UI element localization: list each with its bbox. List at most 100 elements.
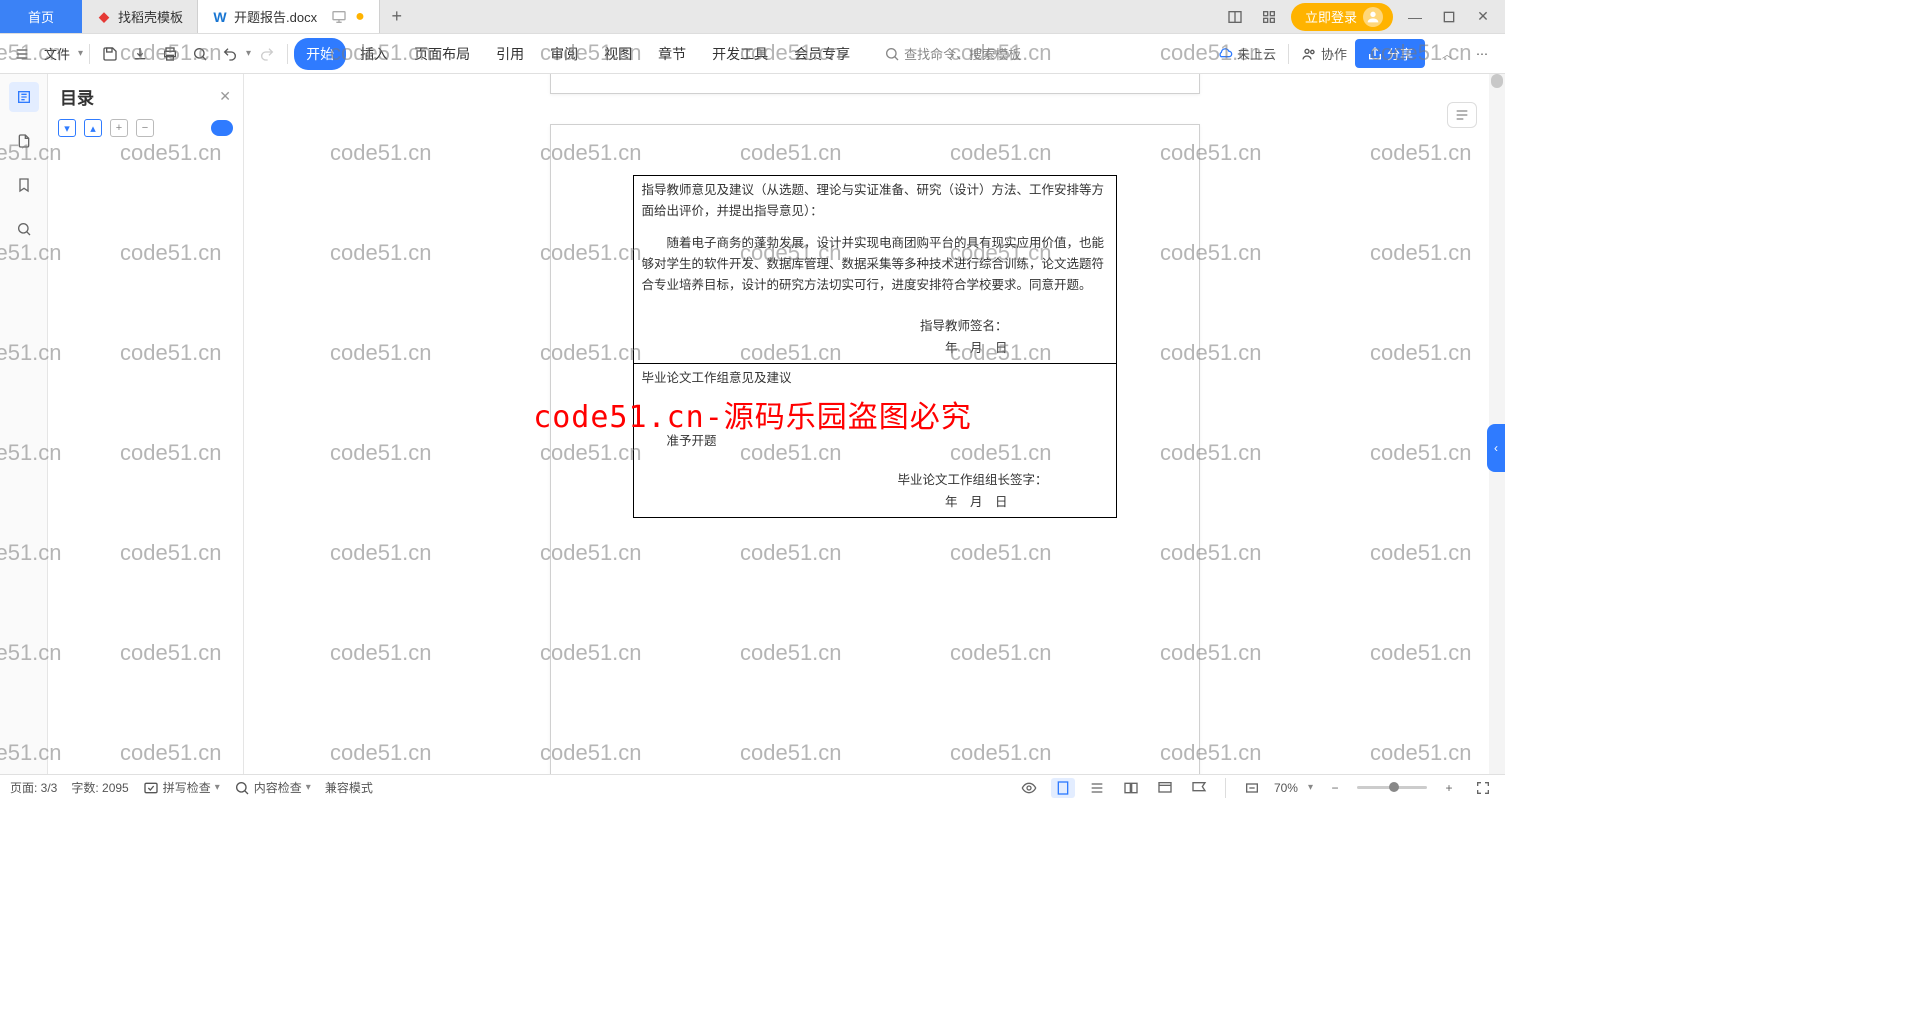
outline-title: 目录 [60,84,219,109]
side-drawer-toggle[interactable]: ‹ [1487,424,1505,472]
zoom-slider[interactable] [1357,786,1427,789]
group-sign-label: 毕业论文工作组组长签字： [642,470,1108,491]
chevron-down-icon: ▾ [246,48,251,59]
word-count[interactable]: 字数: 2095 [71,779,128,796]
search-icon [234,780,250,796]
people-icon [1301,46,1317,62]
group-body: 准予开题 [642,431,1108,452]
chevron-down-icon: ▾ [78,48,83,59]
web-view-icon[interactable] [1153,778,1177,798]
close-button[interactable]: ✕ [1471,5,1495,29]
tab-document[interactable]: W 开题报告.docx ● [198,0,380,33]
group-header: 毕业论文工作组意见及建议 [642,368,1108,389]
outline-view-icon[interactable] [1085,778,1109,798]
print-icon[interactable] [156,40,184,68]
outline-collapse-icon[interactable]: ▾ [58,119,76,137]
menu-references[interactable]: 引用 [484,38,536,70]
apps-grid-icon[interactable] [1257,5,1281,29]
read-mode-icon[interactable] [1017,778,1041,798]
search-rail-icon[interactable] [9,214,39,244]
window-layout-icon[interactable] [1223,5,1247,29]
login-button[interactable]: 立即登录 [1291,3,1393,31]
left-rail [0,74,48,774]
menu-sections[interactable]: 章节 [646,38,698,70]
redo-icon[interactable] [253,40,281,68]
advisor-header: 指导教师意见及建议（从选题、理论与实证准备、研究（设计）方法、工作安排等方面给出… [642,180,1108,223]
outline-add-icon[interactable]: + [110,119,128,137]
document-canvas[interactable]: 指导教师意见及建议（从选题、理论与实证准备、研究（设计）方法、工作安排等方面给出… [244,74,1505,774]
menu-icon[interactable] [8,40,36,68]
group-date: 年 月 日 [642,492,1108,513]
tab-label: 开题报告.docx [234,7,317,26]
titlebar-right: 立即登录 — ✕ [1213,0,1505,33]
login-label: 立即登录 [1305,7,1357,26]
collab-button[interactable]: 协作 [1301,44,1347,63]
cloud-label: 未上云 [1237,44,1276,63]
chevron-down-icon: ▾ [1308,782,1313,793]
print-preview-icon[interactable] [186,40,214,68]
page-current: 指导教师意见及建议（从选题、理论与实证准备、研究（设计）方法、工作安排等方面给出… [550,124,1200,774]
save-icon[interactable] [96,40,124,68]
tab-bar: 首页 ◆ 找稻壳模板 W 开题报告.docx ● + 立即登录 — ✕ [0,0,1505,34]
zoom-value[interactable]: 70% [1274,781,1298,795]
advisor-sign-label: 指导教师签名： [642,316,1108,337]
cloud-icon [1217,46,1233,62]
zoom-out-button[interactable]: − [1323,778,1347,798]
outline-badge[interactable] [211,120,233,136]
search-placeholder: 查找命令、搜索模板 [904,44,1021,63]
menu-review[interactable]: 审阅 [538,38,590,70]
content-check[interactable]: 内容检查▾ [234,779,311,796]
compat-mode[interactable]: 兼容模式 [325,779,373,796]
cloud-status[interactable]: 未上云 [1217,44,1276,63]
menu-vip[interactable]: 会员专享 [782,38,862,70]
word-doc-icon: W [212,9,228,25]
menu-view[interactable]: 视图 [592,38,644,70]
workspace: 目录 ✕ ▾ ▴ + − 指导教师意见及建议（从选题、理论与实证准备、研究（设计… [0,74,1505,774]
maximize-button[interactable] [1437,5,1461,29]
file-menu[interactable]: 文件 [38,44,76,63]
page-view-icon[interactable] [1051,778,1075,798]
collab-label: 协作 [1321,44,1347,63]
tab-home[interactable]: 首页 [0,0,82,33]
menu-dev-tools[interactable]: 开发工具 [700,38,780,70]
toolbar: 文件 ▾ ▾ 开始 插入 页面布局 引用 审阅 视图 章节 开发工具 会员专享 … [0,34,1505,74]
bookmark-rail-icon[interactable] [9,170,39,200]
ai-assistant-button[interactable] [1447,102,1477,128]
new-tab-button[interactable]: + [380,0,414,33]
minimize-button[interactable]: — [1403,5,1427,29]
tab-label: 找稻壳模板 [118,7,183,26]
monitor-icon [331,9,347,25]
outline-rail-icon[interactable] [9,82,39,112]
doc-table: 指导教师意见及建议（从选题、理论与实证准备、研究（设计）方法、工作安排等方面给出… [633,175,1117,518]
tab-templates[interactable]: ◆ 找稻壳模板 [82,0,198,33]
zoom-in-button[interactable]: + [1437,778,1461,798]
outline-panel: 目录 ✕ ▾ ▴ + − [48,74,244,774]
tab-status: ● [331,8,365,26]
spellcheck-toggle[interactable]: 拼写检查▾ [143,779,220,796]
scrollbar-thumb[interactable] [1491,74,1503,88]
close-icon[interactable]: ✕ [219,88,231,105]
share-button[interactable]: 分享 [1355,39,1425,68]
reader-view-icon[interactable] [1119,778,1143,798]
fit-width-icon[interactable] [1240,778,1264,798]
menu-page-layout[interactable]: 页面布局 [402,38,482,70]
comment-icon[interactable] [1187,778,1211,798]
zoom-knob[interactable] [1389,782,1399,792]
share-icon [1367,46,1383,62]
toolbar-expand-icon[interactable]: ︿ [1433,40,1461,68]
command-search[interactable]: 查找命令、搜索模板 [884,44,1021,63]
share-label: 分享 [1387,44,1413,63]
attachment-rail-icon[interactable] [9,126,39,156]
more-icon[interactable]: ⋯ [1469,40,1497,68]
page-indicator[interactable]: 页面: 3/3 [10,779,57,796]
check-icon [143,780,159,796]
status-bar: 页面: 3/3 字数: 2095 拼写检查▾ 内容检查▾ 兼容模式 70% ▾ … [0,774,1505,800]
menu-start[interactable]: 开始 [294,38,346,70]
outline-remove-icon[interactable]: − [136,119,154,137]
export-icon[interactable] [126,40,154,68]
menu-insert[interactable]: 插入 [348,38,400,70]
outline-expand-icon[interactable]: ▴ [84,119,102,137]
undo-icon[interactable] [216,40,244,68]
avatar-icon [1363,7,1383,27]
fullscreen-icon[interactable] [1471,778,1495,798]
